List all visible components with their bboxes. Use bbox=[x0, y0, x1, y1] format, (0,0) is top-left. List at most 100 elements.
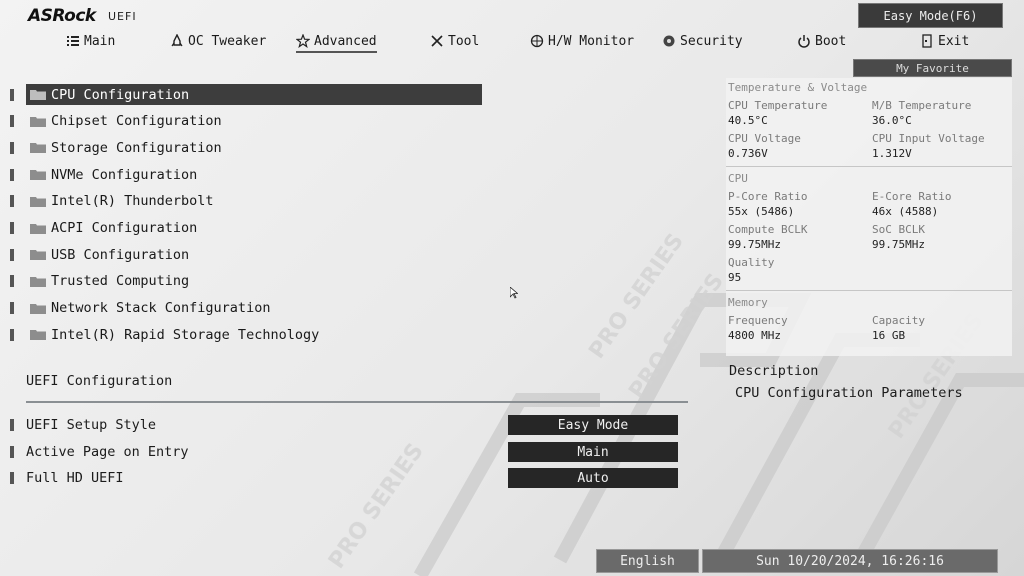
description-title: Description bbox=[729, 363, 819, 379]
mb-temp-label: M/B Temperature bbox=[872, 99, 972, 112]
svg-text:PRO SERIES: PRO SERIES bbox=[324, 439, 428, 573]
tab-main-label: Main bbox=[84, 33, 116, 49]
item-marker bbox=[10, 419, 14, 431]
compute-bclk-value: 99.75MHz bbox=[728, 238, 781, 251]
option-uefi-setup-style[interactable]: UEFI Setup Style bbox=[10, 415, 156, 435]
item-marker bbox=[10, 195, 14, 208]
full-hd-uefi-value[interactable]: Auto bbox=[508, 468, 678, 488]
description-text: CPU Configuration Parameters bbox=[735, 385, 963, 401]
cpu-input-voltage-label: CPU Input Voltage bbox=[872, 132, 985, 145]
item-marker bbox=[10, 168, 14, 181]
asrock-logo: ASRock bbox=[28, 6, 96, 26]
menu-item-label: Intel(R) Rapid Storage Technology bbox=[51, 326, 320, 343]
folder-icon bbox=[30, 170, 46, 181]
memory-group-title: Memory bbox=[728, 296, 768, 309]
menu-item-row[interactable]: ACPI Configuration bbox=[26, 218, 482, 239]
option-active-page[interactable]: Active Page on Entry bbox=[10, 442, 189, 462]
tab-exit[interactable]: Exit bbox=[920, 31, 969, 51]
tab-main[interactable]: Main bbox=[66, 31, 115, 51]
menu-item-label: NVMe Configuration bbox=[51, 166, 198, 183]
option-label: Full HD UEFI bbox=[26, 470, 124, 486]
menu-item-row[interactable]: Intel(R) Rapid Storage Technology bbox=[26, 324, 482, 345]
uefi-setup-style-value[interactable]: Easy Mode bbox=[508, 415, 678, 435]
star-icon bbox=[296, 34, 310, 48]
tab-exit-label: Exit bbox=[938, 33, 970, 49]
tab-tool-label: Tool bbox=[448, 33, 480, 49]
svg-text:PRO SERIES: PRO SERIES bbox=[584, 229, 688, 363]
ecore-ratio-value: 46x (4588) bbox=[872, 205, 939, 218]
folder-icon bbox=[30, 116, 46, 127]
item-marker bbox=[10, 275, 14, 288]
panel-divider bbox=[726, 166, 1012, 167]
menu-item-label: Storage Configuration bbox=[51, 139, 222, 156]
active-page-value[interactable]: Main bbox=[508, 442, 678, 462]
folder-icon bbox=[30, 223, 46, 234]
crosshair-icon bbox=[530, 34, 544, 48]
mb-temp-value: 36.0°C bbox=[872, 114, 912, 127]
folder-icon bbox=[30, 330, 46, 341]
tab-oc-tweaker-label: OC Tweaker bbox=[188, 33, 267, 49]
power-icon bbox=[798, 35, 810, 48]
menu-item[interactable]: Intel(R) Thunderbolt bbox=[10, 191, 482, 212]
item-marker bbox=[10, 115, 14, 128]
menu-item-row[interactable]: CPU Configuration bbox=[26, 84, 482, 105]
tab-tool[interactable]: Tool bbox=[430, 31, 479, 51]
tab-security-label: Security bbox=[680, 33, 743, 49]
soc-bclk-value: 99.75MHz bbox=[872, 238, 925, 251]
option-full-hd-uefi[interactable]: Full HD UEFI bbox=[10, 468, 124, 488]
cpu-voltage-label: CPU Voltage bbox=[728, 132, 801, 145]
menu-item[interactable]: USB Configuration bbox=[10, 244, 482, 265]
item-marker bbox=[10, 141, 14, 154]
language-button[interactable]: English bbox=[596, 549, 699, 573]
menu-item-row[interactable]: Network Stack Configuration bbox=[26, 298, 482, 319]
tab-advanced[interactable]: Advanced bbox=[296, 31, 377, 53]
uefi-label: UEFI bbox=[108, 10, 137, 23]
menu-item[interactable]: CPU Configuration bbox=[10, 84, 482, 105]
my-favorite-button[interactable]: My Favorite bbox=[853, 59, 1012, 77]
tab-advanced-label: Advanced bbox=[314, 33, 377, 49]
tab-hw-monitor[interactable]: H/W Monitor bbox=[530, 31, 634, 51]
soc-bclk-label: SoC BCLK bbox=[872, 223, 925, 236]
temp-voltage-title: Temperature & Voltage bbox=[728, 81, 868, 94]
tab-boot[interactable]: Boot bbox=[797, 31, 846, 51]
tools-icon bbox=[431, 35, 443, 47]
menu-item[interactable]: Intel(R) Rapid Storage Technology bbox=[10, 324, 482, 345]
folder-icon bbox=[30, 196, 46, 207]
mouse-cursor-icon bbox=[510, 287, 518, 299]
menu-item-row[interactable]: Intel(R) Thunderbolt bbox=[26, 191, 482, 212]
easy-mode-button[interactable]: Easy Mode(F6) bbox=[858, 3, 1003, 28]
tab-security[interactable]: Security bbox=[662, 31, 743, 51]
shield-icon bbox=[663, 35, 675, 47]
menu-item-row[interactable]: Chipset Configuration bbox=[26, 111, 482, 132]
tab-oc-tweaker[interactable]: OC Tweaker bbox=[170, 31, 266, 51]
menu-item-label: Chipset Configuration bbox=[51, 113, 222, 130]
rocket-icon bbox=[171, 34, 183, 47]
menu-item-row[interactable]: Trusted Computing bbox=[26, 271, 482, 292]
cpu-group-title: CPU bbox=[728, 172, 748, 185]
menu-item-row[interactable]: NVMe Configuration bbox=[26, 164, 482, 185]
menu-item-row[interactable]: USB Configuration bbox=[26, 244, 482, 265]
folder-icon bbox=[30, 303, 46, 314]
folder-icon bbox=[30, 276, 46, 287]
menu-item-row[interactable]: Storage Configuration bbox=[26, 137, 482, 158]
folder-icon bbox=[30, 90, 46, 100]
folder-icon bbox=[30, 250, 46, 261]
item-marker bbox=[10, 328, 14, 341]
menu-item[interactable]: ACPI Configuration bbox=[10, 218, 482, 239]
cpu-voltage-value: 0.736V bbox=[728, 147, 768, 160]
frequency-value: 4800 MHz bbox=[728, 329, 781, 342]
menu-item[interactable]: Network Stack Configuration bbox=[10, 298, 482, 319]
option-label: UEFI Setup Style bbox=[26, 417, 157, 433]
menu-item[interactable]: Chipset Configuration bbox=[10, 111, 482, 132]
quality-label: Quality bbox=[728, 256, 775, 269]
cpu-temp-label: CPU Temperature bbox=[728, 99, 828, 112]
frequency-label: Frequency bbox=[728, 314, 788, 327]
menu-item-label: ACPI Configuration bbox=[51, 220, 198, 236]
item-marker bbox=[10, 88, 14, 101]
cpu-input-voltage-value: 1.312V bbox=[872, 147, 912, 160]
tab-hw-monitor-label: H/W Monitor bbox=[548, 33, 635, 49]
menu-item[interactable]: NVMe Configuration bbox=[10, 164, 482, 185]
menu-item[interactable]: Storage Configuration bbox=[10, 137, 482, 158]
menu-item[interactable]: Trusted Computing bbox=[10, 271, 482, 292]
item-marker bbox=[10, 302, 14, 315]
